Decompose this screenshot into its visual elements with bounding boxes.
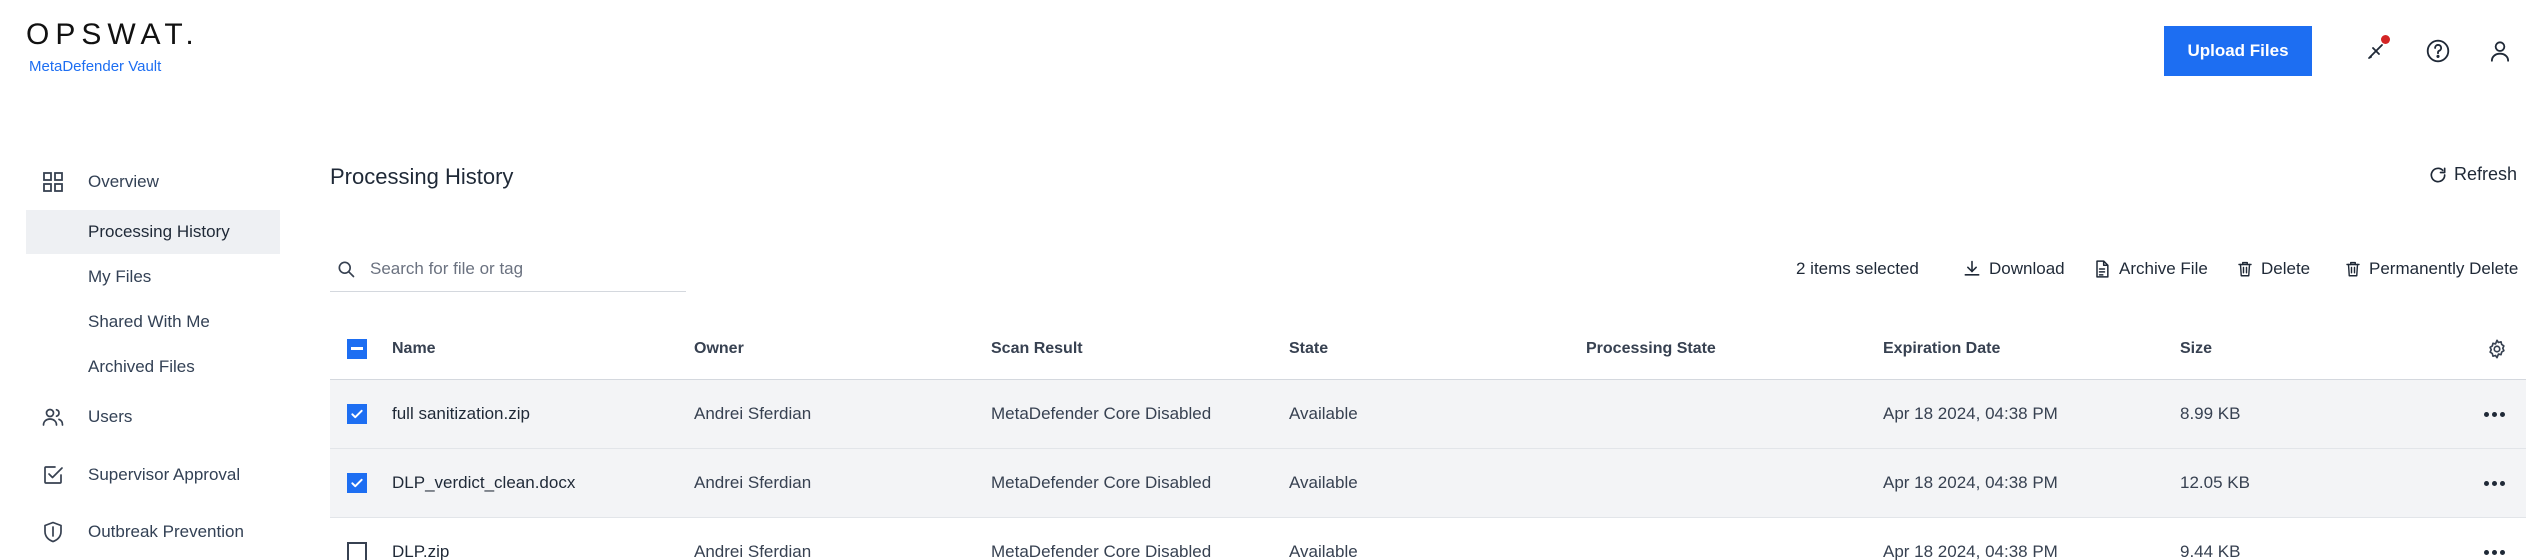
- header: OPSWAT. MetaDefender Vault Upload Files: [0, 0, 2526, 100]
- select-all-checkbox-cell: [347, 318, 367, 379]
- expiration-date: Apr 18 2024, 04:38 PM: [1883, 473, 2058, 492]
- sidebar-item-label: Supervisor Approval: [88, 465, 241, 484]
- checkmark-icon: [351, 478, 363, 488]
- state: Available: [1289, 473, 1358, 492]
- owner: Andrei Sferdian: [694, 542, 812, 560]
- sidebar-item-outbreak-prevention[interactable]: Outbreak Prevention: [26, 510, 280, 554]
- archive-file-button[interactable]: Archive File: [2092, 254, 2208, 284]
- refresh-button[interactable]: Refresh: [2428, 164, 2517, 185]
- column-settings-icon[interactable]: [2486, 318, 2508, 379]
- page-title: Processing History: [330, 164, 514, 189]
- sidebar-item-shared-with-me[interactable]: Shared With Me: [26, 300, 280, 344]
- state: Available: [1289, 542, 1358, 560]
- sidebar-item-label: Archived Files: [88, 357, 195, 376]
- file-name[interactable]: DLP_verdict_clean.docx: [392, 449, 575, 517]
- sidebar-item-overview[interactable]: Overview: [26, 160, 280, 204]
- select-all-checkbox[interactable]: [347, 338, 367, 359]
- row-checkbox[interactable]: [347, 473, 367, 493]
- refresh-icon: [2428, 165, 2448, 185]
- scan-result: MetaDefender Core Disabled: [991, 542, 1212, 560]
- search-icon: [336, 259, 356, 279]
- shield-icon: [40, 519, 66, 545]
- column-header-size[interactable]: Size: [2180, 318, 2212, 379]
- notification-bell-icon[interactable]: [2360, 35, 2392, 67]
- expiration-date: Apr 18 2024, 04:38 PM: [1883, 542, 2058, 560]
- column-header-name[interactable]: Name: [392, 318, 436, 379]
- help-icon[interactable]: [2422, 35, 2454, 67]
- table-row[interactable]: DLP_verdict_clean.docx Andrei Sferdian M…: [330, 449, 2526, 518]
- file-name[interactable]: DLP.zip: [392, 518, 449, 560]
- download-label: Download: [1989, 259, 2065, 278]
- more-options-icon[interactable]: [2484, 518, 2505, 560]
- trash-icon: [2344, 259, 2362, 279]
- permanently-delete-label: Permanently Delete: [2369, 259, 2519, 278]
- owner: Andrei Sferdian: [694, 404, 812, 423]
- sidebar-item-users[interactable]: Users: [26, 395, 280, 439]
- approval-icon: [40, 462, 66, 488]
- sidebar-item-label: Outbreak Prevention: [88, 522, 244, 541]
- more-options-icon[interactable]: [2484, 449, 2505, 517]
- grid-icon: [40, 169, 66, 195]
- size: 12.05 KB: [2180, 473, 2250, 492]
- user-icon[interactable]: [2484, 35, 2516, 67]
- column-header-processing-state[interactable]: Processing State: [1586, 318, 1716, 379]
- sidebar-item-label: Shared With Me: [88, 312, 210, 331]
- brand[interactable]: OPSWAT. MetaDefender Vault: [26, 18, 200, 75]
- app: OPSWAT. MetaDefender Vault Upload Files: [0, 0, 2526, 560]
- delete-button[interactable]: Delete: [2236, 254, 2310, 284]
- upload-files-button[interactable]: Upload Files: [2164, 26, 2312, 76]
- sidebar-item-label: Overview: [88, 172, 159, 191]
- table-row[interactable]: full sanitization.zip Andrei Sferdian Me…: [330, 380, 2526, 449]
- files-table: Name Owner Scan Result State Processing …: [330, 318, 2526, 560]
- permanently-delete-button[interactable]: Permanently Delete: [2344, 254, 2518, 284]
- search-bar: [330, 246, 686, 292]
- state: Available: [1289, 404, 1358, 423]
- checkmark-icon: [351, 409, 363, 419]
- users-icon: [40, 404, 66, 430]
- notification-dot: [2381, 35, 2390, 44]
- selection-count: 2 items selected: [1796, 254, 1919, 284]
- sidebar-item-label: Processing History: [88, 222, 230, 241]
- scan-result: MetaDefender Core Disabled: [991, 473, 1212, 492]
- column-header-state[interactable]: State: [1289, 318, 1328, 379]
- download-icon: [1962, 259, 1982, 279]
- archive-file-label: Archive File: [2119, 259, 2208, 278]
- sidebar-item-archived-files[interactable]: Archived Files: [26, 345, 280, 389]
- search-input[interactable]: [368, 257, 668, 280]
- sidebar-item-label: Users: [88, 407, 133, 426]
- opswat-logo: OPSWAT.: [26, 18, 200, 51]
- archive-file-icon: [2092, 258, 2112, 280]
- column-header-scan-result[interactable]: Scan Result: [991, 318, 1083, 379]
- sidebar-item-label: My Files: [88, 267, 152, 286]
- column-header-expiration-date[interactable]: Expiration Date: [1883, 318, 2000, 379]
- selection-count-text: 2 items selected: [1796, 259, 1919, 278]
- row-checkbox[interactable]: [347, 542, 367, 560]
- size: 8.99 KB: [2180, 404, 2241, 423]
- row-checkbox[interactable]: [347, 404, 367, 424]
- sidebar-item-my-files[interactable]: My Files: [26, 255, 280, 299]
- indeterminate-icon: [351, 347, 363, 350]
- delete-label: Delete: [2261, 259, 2311, 278]
- sidebar-item-supervisor-approval[interactable]: Supervisor Approval: [26, 453, 280, 497]
- column-header-owner[interactable]: Owner: [694, 318, 744, 379]
- download-button[interactable]: Download: [1962, 254, 2065, 284]
- table-row[interactable]: DLP.zip Andrei Sferdian MetaDefender Cor…: [330, 518, 2526, 560]
- refresh-label: Refresh: [2454, 164, 2518, 184]
- more-options-icon[interactable]: [2484, 380, 2505, 448]
- product-name: MetaDefender Vault: [29, 58, 162, 75]
- scan-result: MetaDefender Core Disabled: [991, 404, 1212, 423]
- table-header: Name Owner Scan Result State Processing …: [330, 318, 2526, 380]
- trash-icon: [2236, 259, 2254, 279]
- expiration-date: Apr 18 2024, 04:38 PM: [1883, 404, 2058, 423]
- sidebar-item-processing-history[interactable]: Processing History: [26, 210, 280, 254]
- file-name[interactable]: full sanitization.zip: [392, 380, 530, 448]
- owner: Andrei Sferdian: [694, 473, 812, 492]
- size: 9.44 KB: [2180, 542, 2241, 560]
